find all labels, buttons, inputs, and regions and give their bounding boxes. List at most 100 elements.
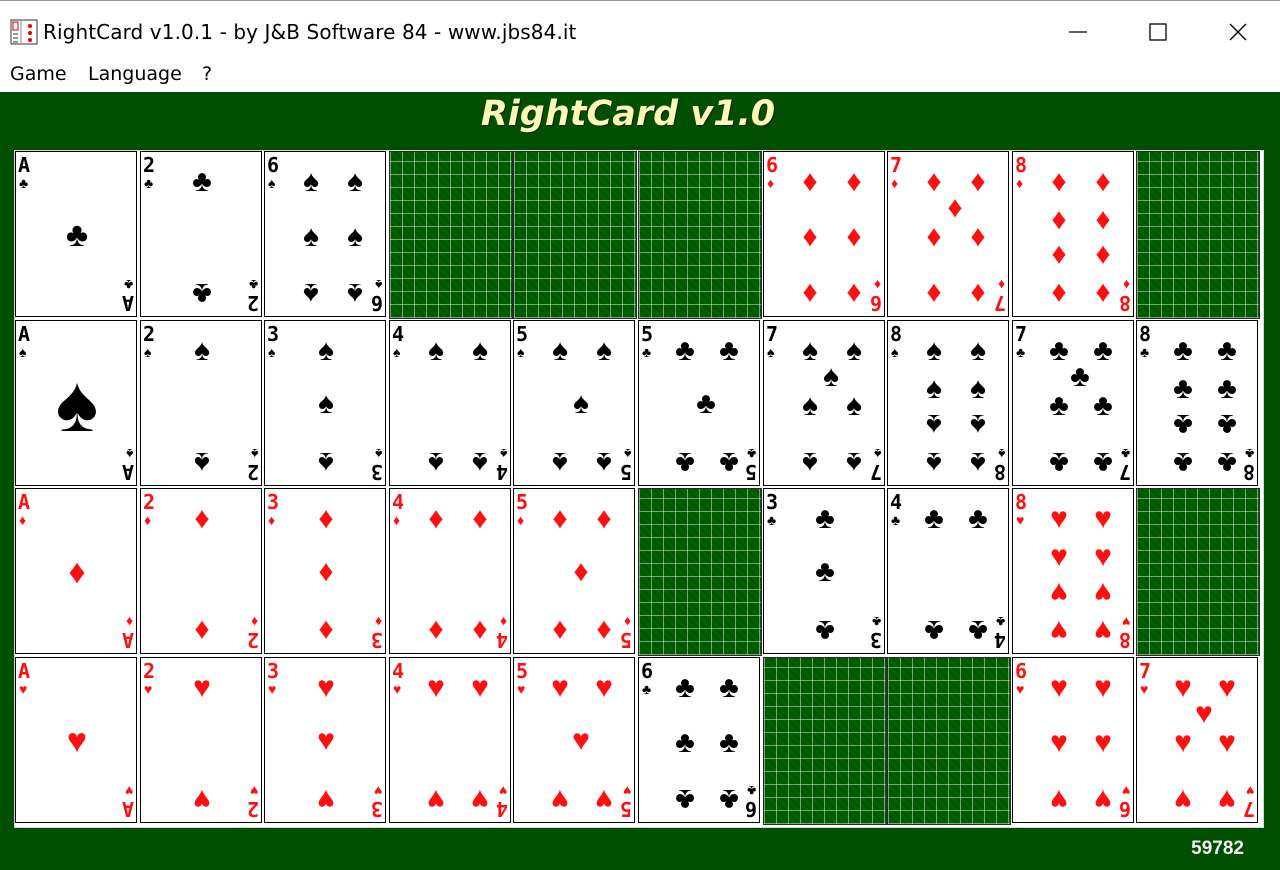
- card-cell[interactable]: A ♣ A ♣ ♣: [15, 151, 139, 319]
- playing-card[interactable]: 2 ♠ 2 ♠ ♠ ♠: [140, 320, 262, 486]
- playing-card[interactable]: 8 ♦ 8 ♦ ♦ ♦ ♦ ♦ ♦ ♦ ♦ ♦: [1012, 151, 1134, 317]
- empty-slot[interactable]: [887, 657, 1011, 825]
- menu-help[interactable]: ?: [202, 63, 212, 85]
- menu-game[interactable]: Game: [10, 63, 67, 85]
- card-cell[interactable]: 2 ♣ 2 ♣ ♣ ♣: [140, 151, 264, 319]
- card-cell[interactable]: 7 ♥ 7 ♥ ♥ ♥ ♥ ♥ ♥ ♥ ♥: [1136, 657, 1260, 825]
- playing-card[interactable]: 8 ♣ 8 ♣ ♣ ♣ ♣ ♣ ♣ ♣ ♣ ♣: [1136, 320, 1258, 486]
- playing-card[interactable]: 6 ♣ 6 ♣ ♣ ♣ ♣ ♣ ♣ ♣: [638, 657, 760, 823]
- card-cell[interactable]: 6 ♣ 6 ♣ ♣ ♣ ♣ ♣ ♣ ♣: [638, 657, 762, 825]
- card-cell[interactable]: A ♦ A ♦ ♦: [15, 488, 139, 656]
- card-cell[interactable]: 8 ♥ 8 ♥ ♥ ♥ ♥ ♥ ♥ ♥ ♥ ♥: [1012, 488, 1136, 656]
- empty-slot[interactable]: [1136, 151, 1260, 319]
- card-rank: 5: [619, 628, 632, 652]
- close-button[interactable]: [1208, 7, 1268, 57]
- card-cell[interactable]: A ♥ A ♥ ♥: [15, 657, 139, 825]
- playing-card[interactable]: 3 ♥ 3 ♥ ♥ ♥ ♥: [264, 657, 386, 823]
- card-cell[interactable]: 7 ♠ 7 ♠ ♠ ♠ ♠ ♠ ♠ ♠ ♠: [763, 320, 887, 488]
- card-cell[interactable]: 3 ♠ 3 ♠ ♠ ♠ ♠: [264, 320, 388, 488]
- playing-card[interactable]: 6 ♠ 6 ♠ ♠ ♠ ♠ ♠ ♠ ♠: [264, 151, 386, 317]
- card-cell[interactable]: 4 ♠ 4 ♠ ♠ ♠ ♠ ♠: [389, 320, 513, 488]
- card-cell[interactable]: 2 ♥ 2 ♥ ♥ ♥: [140, 657, 264, 825]
- clubs-icon: ♣: [19, 175, 29, 191]
- empty-slot[interactable]: [638, 151, 762, 319]
- empty-slot[interactable]: [513, 151, 637, 319]
- playing-card[interactable]: 7 ♥ 7 ♥ ♥ ♥ ♥ ♥ ♥ ♥ ♥: [1136, 657, 1258, 823]
- card-cell[interactable]: 4 ♥ 4 ♥ ♥ ♥ ♥ ♥: [389, 657, 513, 825]
- hearts-icon: ♥: [1050, 783, 1068, 816]
- diamonds-icon: ♦: [1095, 277, 1111, 310]
- playing-card[interactable]: 3 ♦ 3 ♦ ♦ ♦ ♦: [264, 488, 386, 654]
- playing-card[interactable]: 6 ♥ 6 ♥ ♥ ♥ ♥ ♥ ♥ ♥: [1012, 657, 1134, 823]
- card-cell[interactable]: 5 ♦ 5 ♦ ♦ ♦ ♦ ♦ ♦: [513, 488, 637, 656]
- card-rank: 5: [619, 460, 632, 484]
- hearts-icon: ♥: [268, 681, 277, 697]
- playing-card[interactable]: 7 ♦ 7 ♦ ♦ ♦ ♦ ♦ ♦ ♦ ♦: [887, 151, 1009, 317]
- diamonds-icon: ♦: [1095, 203, 1111, 236]
- playing-card[interactable]: 3 ♠ 3 ♠ ♠ ♠ ♠: [264, 320, 386, 486]
- card-rank: 4: [495, 797, 508, 821]
- playing-card[interactable]: 4 ♥ 4 ♥ ♥ ♥ ♥ ♥: [389, 657, 511, 823]
- title-bar[interactable]: RightCard v1.0.1 - by J&B Software 84 - …: [0, 0, 1280, 60]
- playing-card[interactable]: 8 ♠ 8 ♠ ♠ ♠ ♠ ♠ ♠ ♠ ♠ ♠: [887, 320, 1009, 486]
- empty-slot[interactable]: [638, 488, 762, 656]
- card-rank: 8: [1015, 153, 1028, 177]
- playing-card[interactable]: 7 ♠ 7 ♠ ♠ ♠ ♠ ♠ ♠ ♠ ♠: [763, 320, 885, 486]
- card-rank: 3: [370, 628, 383, 652]
- card-cell[interactable]: 5 ♥ 5 ♥ ♥ ♥ ♥ ♥ ♥: [513, 657, 637, 825]
- playing-card[interactable]: 5 ♦ 5 ♦ ♦ ♦ ♦ ♦ ♦: [513, 488, 635, 654]
- diamonds-icon: ♦: [846, 165, 862, 198]
- card-cell[interactable]: 2 ♠ 2 ♠ ♠ ♠: [140, 320, 264, 488]
- playing-card[interactable]: 2 ♥ 2 ♥ ♥ ♥: [140, 657, 262, 823]
- spades-icon: ♠: [393, 344, 401, 360]
- minimize-button[interactable]: [1048, 7, 1108, 57]
- playing-card[interactable]: 3 ♣ 3 ♣ ♣ ♣ ♣: [763, 488, 885, 654]
- card-cell[interactable]: 6 ♥ 6 ♥ ♥ ♥ ♥ ♥ ♥ ♥: [1012, 657, 1136, 825]
- playing-card[interactable]: 2 ♣ 2 ♣ ♣ ♣: [140, 151, 262, 317]
- card-rank: A: [121, 797, 134, 821]
- spades-icon: ♠: [573, 387, 589, 420]
- hearts-icon: ♥: [373, 783, 382, 799]
- card-cell[interactable]: 8 ♠ 8 ♠ ♠ ♠ ♠ ♠ ♠ ♠ ♠ ♠: [887, 320, 1011, 488]
- playing-card[interactable]: A ♠ A ♠ ♠: [15, 320, 137, 486]
- clubs-icon: ♣: [696, 387, 716, 420]
- card-cell[interactable]: 4 ♦ 4 ♦ ♦ ♦ ♦ ♦: [389, 488, 513, 656]
- playing-card[interactable]: 5 ♥ 5 ♥ ♥ ♥ ♥ ♥ ♥: [513, 657, 635, 823]
- card-cell[interactable]: 7 ♣ 7 ♣ ♣ ♣ ♣ ♣ ♣ ♣ ♣: [1012, 320, 1136, 488]
- playing-card[interactable]: 4 ♦ 4 ♦ ♦ ♦ ♦ ♦: [389, 488, 511, 654]
- card-cell[interactable]: 8 ♦ 8 ♦ ♦ ♦ ♦ ♦ ♦ ♦ ♦ ♦: [1012, 151, 1136, 319]
- maximize-button[interactable]: [1128, 7, 1188, 57]
- card-cell[interactable]: 3 ♣ 3 ♣ ♣ ♣ ♣: [763, 488, 887, 656]
- playing-card[interactable]: 6 ♦ 6 ♦ ♦ ♦ ♦ ♦ ♦ ♦: [763, 151, 885, 317]
- card-cell[interactable]: 6 ♠ 6 ♠ ♠ ♠ ♠ ♠ ♠ ♠: [264, 151, 388, 319]
- card-cell[interactable]: 6 ♦ 6 ♦ ♦ ♦ ♦ ♦ ♦ ♦: [763, 151, 887, 319]
- playing-card[interactable]: A ♦ A ♦ ♦: [15, 488, 137, 654]
- playing-card[interactable]: 8 ♥ 8 ♥ ♥ ♥ ♥ ♥ ♥ ♥ ♥ ♥: [1012, 488, 1134, 654]
- playing-card[interactable]: A ♥ A ♥ ♥: [15, 657, 137, 823]
- clubs-icon: ♣: [1093, 389, 1113, 422]
- playing-card[interactable]: 2 ♦ 2 ♦ ♦ ♦: [140, 488, 262, 654]
- empty-slot[interactable]: [1136, 488, 1260, 656]
- empty-slot[interactable]: [763, 657, 887, 825]
- card-cell[interactable]: 3 ♦ 3 ♦ ♦ ♦ ♦: [264, 488, 388, 656]
- menu-language[interactable]: Language: [88, 63, 182, 85]
- card-cell[interactable]: 5 ♣ 5 ♣ ♣ ♣ ♣ ♣ ♣: [638, 320, 762, 488]
- card-cell[interactable]: 8 ♣ 8 ♣ ♣ ♣ ♣ ♣ ♣ ♣ ♣ ♣: [1136, 320, 1260, 488]
- card-cell[interactable]: 5 ♠ 5 ♠ ♠ ♠ ♠ ♠ ♠: [513, 320, 637, 488]
- card-cell[interactable]: A ♠ A ♠ ♠: [15, 320, 139, 488]
- empty-slot[interactable]: [389, 151, 513, 319]
- card-cell[interactable]: 3 ♥ 3 ♥ ♥ ♥ ♥: [264, 657, 388, 825]
- card-cell[interactable]: 2 ♦ 2 ♦ ♦ ♦: [140, 488, 264, 656]
- playing-card[interactable]: 4 ♣ 4 ♣ ♣ ♣ ♣ ♣: [887, 488, 1009, 654]
- playing-card[interactable]: 4 ♠ 4 ♠ ♠ ♠ ♠ ♠: [389, 320, 511, 486]
- hearts-icon: ♥: [193, 783, 211, 816]
- diamonds-icon: ♦: [997, 277, 1005, 293]
- card-cell[interactable]: 7 ♦ 7 ♦ ♦ ♦ ♦ ♦ ♦ ♦ ♦: [887, 151, 1011, 319]
- playing-card[interactable]: 5 ♠ 5 ♠ ♠ ♠ ♠ ♠ ♠: [513, 320, 635, 486]
- playing-card[interactable]: 5 ♣ 5 ♣ ♣ ♣ ♣ ♣ ♣: [638, 320, 760, 486]
- playing-card[interactable]: A ♣ A ♣ ♣: [15, 151, 137, 317]
- clubs-icon: ♣: [144, 175, 154, 191]
- card-cell[interactable]: 4 ♣ 4 ♣ ♣ ♣ ♣ ♣: [887, 488, 1011, 656]
- spades-icon: ♠: [250, 446, 258, 462]
- playing-card[interactable]: 7 ♣ 7 ♣ ♣ ♣ ♣ ♣ ♣ ♣ ♣: [1012, 320, 1134, 486]
